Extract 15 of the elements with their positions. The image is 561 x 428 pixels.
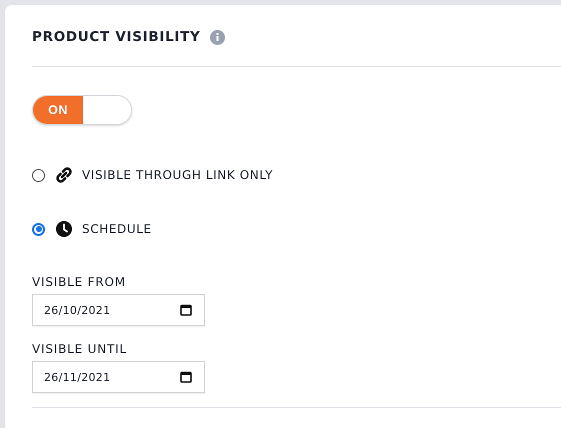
radio-button[interactable]	[32, 168, 45, 182]
date-field[interactable]: 26/10/2021	[32, 294, 205, 326]
radio-button[interactable]	[32, 222, 45, 236]
date-label: VISIBLE UNTIL	[32, 342, 128, 356]
calendar-icon[interactable]	[180, 371, 192, 383]
info-icon[interactable]	[210, 30, 224, 44]
option-label[interactable]: VISIBLE THROUGH LINK ONLY	[82, 168, 274, 182]
calendar-icon[interactable]	[180, 304, 192, 316]
panel-title: PRODUCT VISIBILITY	[32, 29, 200, 45]
date-field[interactable]: 26/11/2021	[32, 361, 205, 393]
toggle-label: ON	[33, 96, 83, 124]
link-icon	[56, 167, 72, 183]
date-label: VISIBLE FROM	[32, 275, 127, 289]
clock-icon	[56, 221, 72, 237]
option-label[interactable]: SCHEDULE	[82, 222, 152, 236]
